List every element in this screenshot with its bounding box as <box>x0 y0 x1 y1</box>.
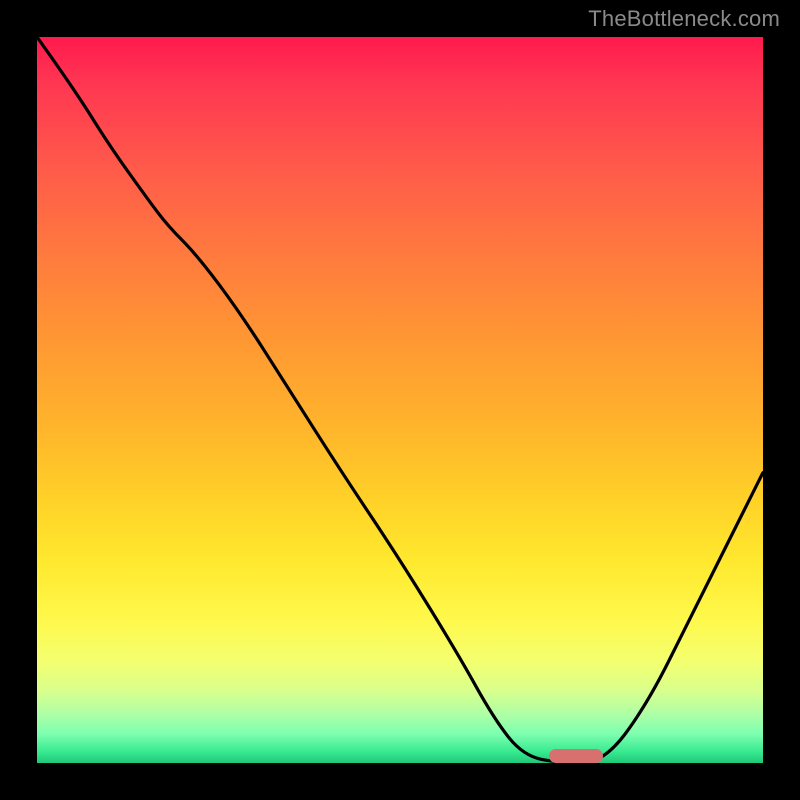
plot-area <box>37 37 763 763</box>
watermark-text: TheBottleneck.com <box>588 6 780 32</box>
chart-frame: TheBottleneck.com <box>0 0 800 800</box>
bottleneck-curve <box>37 37 763 763</box>
optimum-marker <box>549 749 603 763</box>
curve-path <box>37 37 763 763</box>
